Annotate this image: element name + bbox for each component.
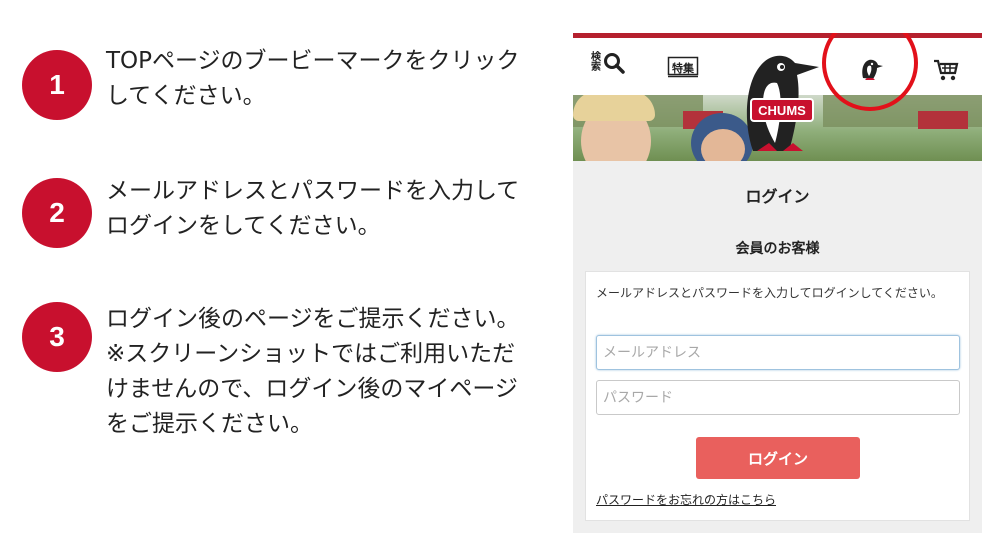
search-label: 検索: [591, 52, 601, 73]
login-description: メールアドレスとパスワードを入力してログインしてください。: [596, 286, 943, 300]
step-number-badge: 3: [22, 302, 92, 372]
cart-button[interactable]: [933, 58, 959, 86]
step-text: メールアドレスとパスワードを入力して ログインをしてください。: [106, 178, 520, 239]
booby-logo-icon: CHUMS: [746, 55, 819, 151]
email-field[interactable]: [596, 335, 960, 370]
password-field[interactable]: [596, 380, 960, 415]
step-2: 2 メールアドレスとパスワードを入力して ログインをしてください。: [22, 174, 552, 248]
search-icon: [604, 53, 625, 74]
chums-logo[interactable]: CHUMS: [733, 43, 823, 155]
step-text: ログイン後のページをご提示ください。 ※スクリーンショットではご利用いただ けま…: [106, 306, 520, 437]
phone-screenshot: 検索 特集 CHUMS ログイン 会員のお客様 メールアドレスとパスワードを入力…: [573, 33, 982, 533]
step-3: 3 ログイン後のページをご提示ください。 ※スクリーンショットではご利用いただ …: [22, 302, 552, 442]
login-panel: メールアドレスとパスワードを入力してログインしてください。 ログイン パスワード…: [585, 271, 970, 521]
step-number-badge: 1: [22, 50, 92, 120]
feature-button[interactable]: 特集: [667, 56, 699, 78]
login-button[interactable]: ログイン: [696, 437, 860, 479]
brand-logo-text: CHUMS: [758, 103, 806, 118]
feature-label: 特集: [672, 62, 694, 75]
member-title: 会員のお客様: [735, 241, 820, 257]
login-title: ログイン: [745, 187, 810, 206]
forgot-password-link[interactable]: パスワードをお忘れの方はこちら: [596, 491, 776, 508]
step-text: TOPページのブービーマークをクリック してください。: [106, 48, 520, 109]
step-number-badge: 2: [22, 178, 92, 248]
step-1: 1 TOPページのブービーマークをクリック してください。: [22, 44, 552, 120]
search-button[interactable]: 検索: [591, 52, 625, 74]
cart-icon: [934, 59, 959, 81]
